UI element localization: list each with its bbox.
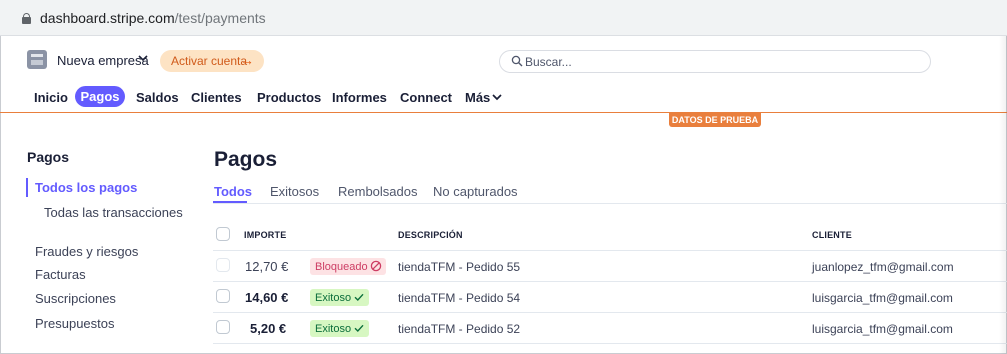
status-badge-success: Exitoso: [310, 320, 370, 337]
nav-productos[interactable]: Productos: [257, 90, 321, 105]
row-customer[interactable]: luisgarcia_tfm@gmail.com: [812, 322, 953, 336]
row-checkbox[interactable]: [216, 258, 230, 272]
address-bar[interactable]: dashboard.stripe.com/test/payments: [0, 0, 1007, 36]
check-icon: [354, 324, 364, 333]
tab-rembolsados[interactable]: Rembolsados: [338, 184, 418, 199]
sidebar-heading: Pagos: [27, 149, 70, 165]
row-amount: 14,60 €: [245, 290, 289, 305]
status-label: Exitoso: [315, 323, 352, 335]
nav-mas[interactable]: Más: [465, 90, 490, 105]
row-customer[interactable]: juanlopez_tfm@gmail.com: [812, 260, 954, 274]
activate-account-button[interactable]: Activar cuenta →: [160, 50, 264, 72]
page-title: Pagos: [214, 148, 278, 171]
activate-account-label: Activar cuenta: [171, 54, 248, 68]
chevron-down-icon[interactable]: [136, 51, 150, 65]
sidebar-item-suscripciones[interactable]: Suscripciones: [35, 291, 116, 306]
main-nav: Inicio Pagos Saldos Clientes Productos I…: [0, 86, 1007, 113]
test-data-badge: DATOS DE PRUEBA: [669, 113, 761, 127]
status-badge-blocked: Bloqueado: [310, 258, 386, 275]
row-amount: 12,70 €: [245, 259, 289, 274]
top-bar: Nueva empresa Activar cuenta → Buscar...: [0, 42, 1007, 80]
sidebar-item-facturas[interactable]: Facturas: [35, 267, 86, 282]
business-switcher[interactable]: Nueva empresa: [57, 53, 149, 68]
row-amount: 5,20 €: [250, 321, 287, 336]
active-tab-indicator: [213, 201, 247, 203]
row-checkbox[interactable]: [216, 289, 230, 303]
nav-informes[interactable]: Informes: [332, 90, 387, 105]
sidebar-item-todas-las-transacciones[interactable]: Todas las transacciones: [44, 205, 183, 220]
row-customer[interactable]: luisgarcia_tfm@gmail.com: [812, 291, 953, 305]
nav-pagos[interactable]: Pagos: [75, 86, 125, 107]
status-label: Bloqueado: [315, 261, 368, 273]
table-divider: [213, 343, 1007, 344]
status-badge-success: Exitoso: [310, 289, 370, 306]
column-header-cliente[interactable]: CLIENTE: [812, 230, 852, 240]
row-description: tiendaTFM - Pedido 52: [398, 322, 521, 336]
tabs-divider: [213, 203, 1007, 204]
search-input[interactable]: Buscar...: [499, 50, 931, 73]
table-divider: [213, 281, 1007, 282]
tab-no-capturados[interactable]: No capturados: [433, 184, 518, 199]
column-header-descripcion[interactable]: DESCRIPCIÓN: [398, 230, 463, 240]
status-label: Exitoso: [315, 292, 352, 304]
chevron-down-icon[interactable]: [490, 90, 504, 104]
check-icon: [354, 293, 364, 302]
table-divider: [213, 312, 1007, 313]
nav-saldos[interactable]: Saldos: [136, 90, 179, 105]
tab-todos[interactable]: Todos: [214, 184, 252, 199]
nav-connect[interactable]: Connect: [400, 90, 452, 105]
table-divider: [213, 250, 1007, 251]
business-icon[interactable]: [27, 50, 47, 69]
nav-inicio[interactable]: Inicio: [34, 90, 68, 105]
url-path: /test/payments: [174, 10, 266, 26]
url-text[interactable]: dashboard.stripe.com/test/payments: [40, 10, 266, 26]
row-description: tiendaTFM - Pedido 55: [398, 260, 521, 274]
sidebar-item-presupuestos[interactable]: Presupuestos: [35, 316, 115, 331]
url-host: dashboard.stripe.com: [40, 10, 175, 26]
row-description: tiendaTFM - Pedido 54: [398, 291, 521, 305]
sidebar-item-todos-los-pagos[interactable]: Todos los pagos: [35, 180, 137, 195]
arrow-right-icon: →: [240, 52, 254, 68]
sidebar-item-fraudes-y-riesgos[interactable]: Fraudes y riesgos: [35, 244, 138, 259]
row-checkbox[interactable]: [216, 320, 230, 334]
lock-icon: [22, 13, 31, 24]
nav-clientes[interactable]: Clientes: [191, 90, 242, 105]
blocked-icon: [370, 260, 381, 272]
column-header-importe[interactable]: IMPORTE: [244, 230, 286, 240]
search-icon: [511, 55, 523, 67]
window-edge-shadow: [999, 36, 1007, 354]
tab-exitosos[interactable]: Exitosos: [270, 184, 319, 199]
sidebar-active-indicator: [26, 178, 28, 197]
search-placeholder: Buscar...: [525, 55, 572, 69]
select-all-checkbox[interactable]: [216, 227, 230, 241]
